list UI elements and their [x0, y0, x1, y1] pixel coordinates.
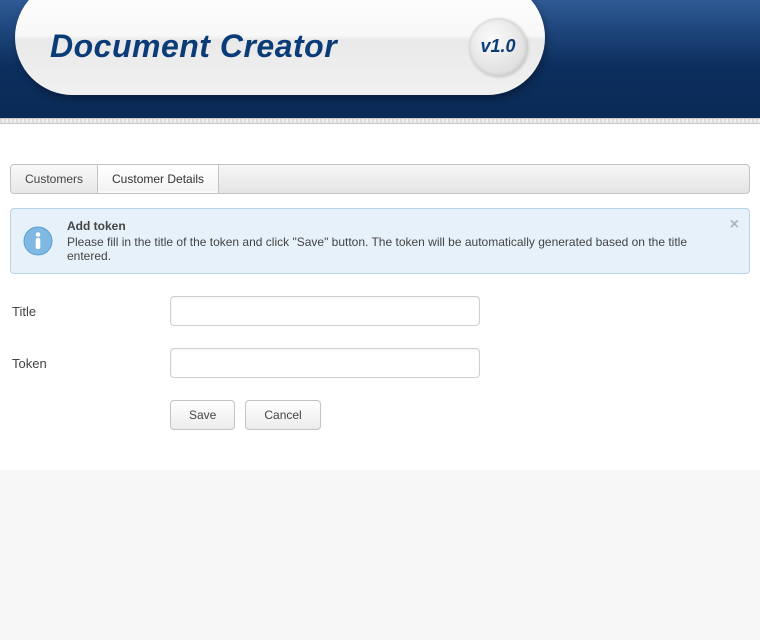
header-pill: Document Creator v1.0: [15, 0, 545, 95]
cancel-button[interactable]: Cancel: [245, 400, 320, 430]
label-token: Token: [10, 356, 170, 371]
app-title: Document Creator: [50, 28, 469, 65]
add-token-form: Title Token Save Cancel: [10, 296, 750, 430]
row-token: Token: [10, 348, 750, 378]
info-message: Please fill in the title of the token an…: [67, 235, 719, 263]
label-title: Title: [10, 304, 170, 319]
tab-bar: Customers Customer Details: [10, 164, 750, 194]
main-content: Customers Customer Details × Add token P…: [0, 124, 760, 470]
save-button[interactable]: Save: [170, 400, 235, 430]
token-input[interactable]: [170, 348, 480, 378]
app-header: Document Creator v1.0: [0, 0, 760, 118]
info-title: Add token: [67, 219, 719, 233]
title-input[interactable]: [170, 296, 480, 326]
info-box: × Add token Please fill in the title of …: [10, 208, 750, 274]
tab-customers[interactable]: Customers: [11, 165, 98, 193]
info-icon: [23, 226, 53, 256]
tab-customer-details[interactable]: Customer Details: [98, 165, 219, 193]
close-icon[interactable]: ×: [730, 217, 739, 233]
row-title: Title: [10, 296, 750, 326]
version-badge: v1.0: [469, 18, 527, 76]
form-buttons: Save Cancel: [10, 400, 750, 430]
